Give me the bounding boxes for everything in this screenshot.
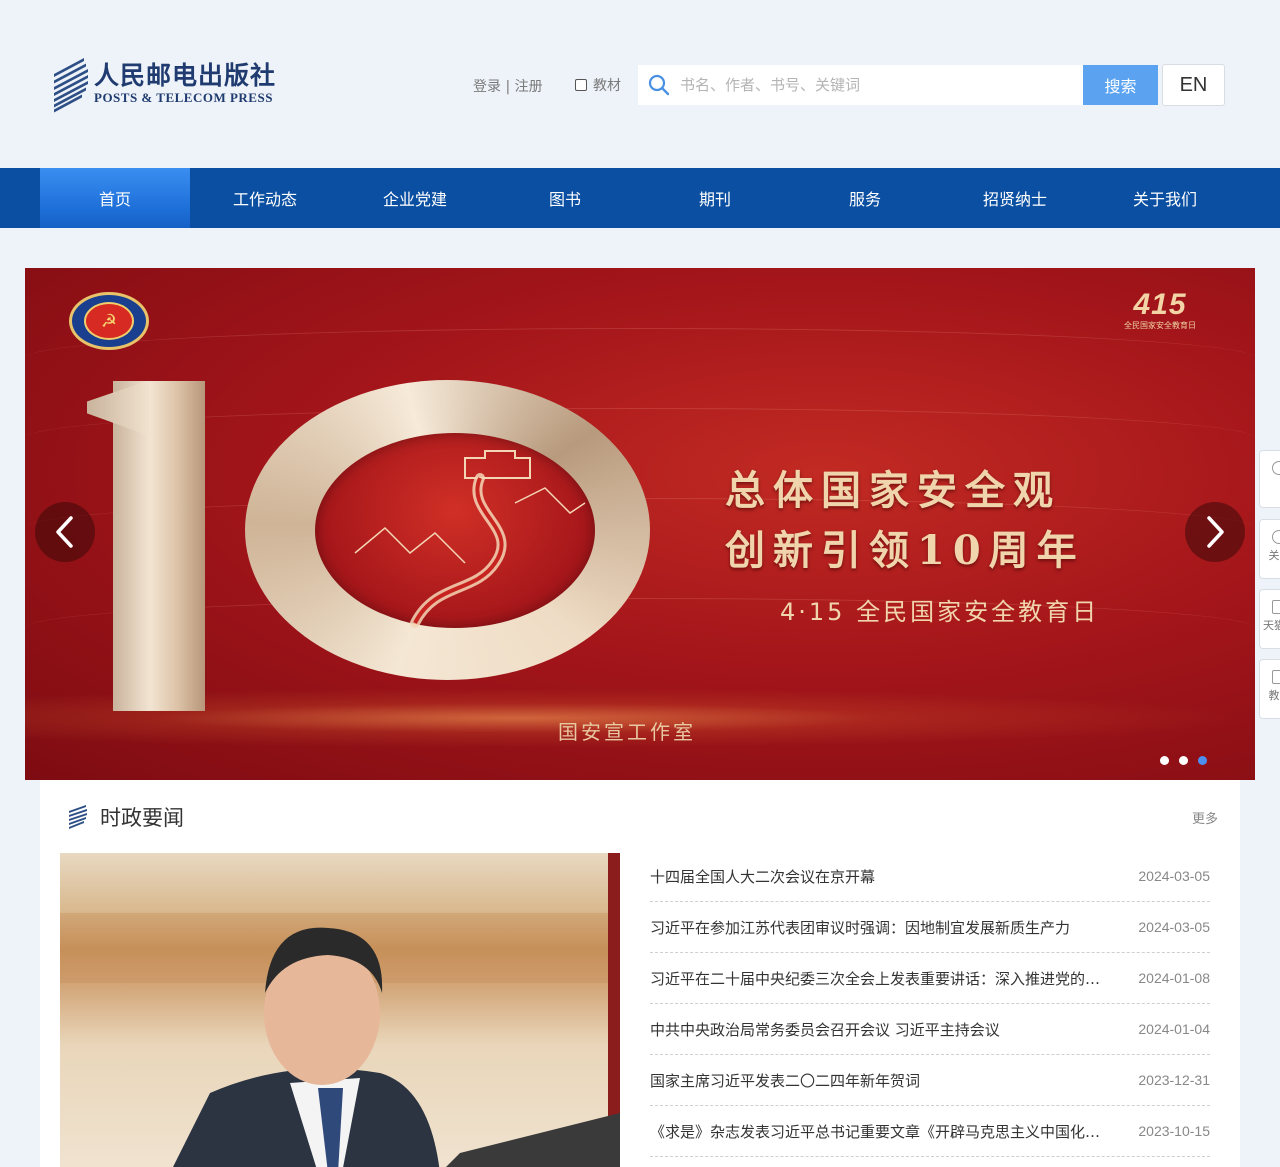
carousel-dot-2[interactable] (1179, 756, 1188, 765)
more-link[interactable]: 更多 (1192, 808, 1218, 827)
nav-item-services[interactable]: 服务 (790, 168, 940, 228)
nav-item-home[interactable]: 首页 (40, 168, 190, 228)
carousel-dots (1160, 756, 1217, 765)
nav-item-party-building[interactable]: 企业党建 (340, 168, 490, 228)
featured-news-photo[interactable] (60, 853, 620, 1167)
textbook-label: 教材 (593, 78, 621, 94)
section-title: 时政要闻 (100, 806, 184, 830)
nav-item-journals[interactable]: 期刊 (640, 168, 790, 228)
carousel-prev-button[interactable] (35, 502, 95, 562)
side-tool-textbook-label: 教 (1268, 689, 1280, 702)
main-nav: 首页 工作动态 企业党建 图书 期刊 服务 招贤纳士 关于我们 (0, 168, 1280, 228)
carousel-dot-3[interactable] (1198, 756, 1207, 765)
news-item-title: 国家主席习近平发表二〇二四年新年贺词 (650, 1071, 921, 1090)
nav-item-books[interactable]: 图书 (490, 168, 640, 228)
news-photo-illustration (60, 853, 620, 1167)
english-language-button[interactable]: EN (1162, 64, 1225, 106)
news-item-date: 2024-01-04 (1138, 1021, 1210, 1037)
news-item-date: 2024-01-08 (1138, 970, 1210, 986)
news-item-title: 中共中央政治局常务委员会召开会议 习近平主持会议 (650, 1020, 1000, 1039)
textbook-checkbox[interactable] (575, 79, 587, 91)
side-tool-follow[interactable]: 关 (1259, 519, 1280, 579)
nav-item-careers[interactable]: 招贤纳士 (940, 168, 1090, 228)
textbook-filter[interactable]: 教材 (575, 75, 621, 95)
book-icon (1272, 670, 1280, 684)
book-stack-icon (54, 58, 90, 113)
site-logo[interactable]: 人民邮电出版社 POSTS & TELECOM PRESS (54, 58, 277, 113)
news-item[interactable]: 习近平在参加江苏代表团审议时强调：因地制宜发展新质生产力 2024-03-05 (650, 902, 1210, 953)
great-wall-illustration (354, 450, 586, 628)
side-tool-tmall-label: 天猫 (1263, 619, 1280, 632)
news-item-title: 习近平在二十届中央纪委三次全会上发表重要讲话：深入推进党的自我革命 (650, 969, 1105, 988)
news-item[interactable]: 国家主席习近平发表二〇二四年新年贺词 2023-12-31 (650, 1055, 1210, 1106)
news-item[interactable]: 中共中央政治局常务委员会召开会议 习近平主持会议 2024-01-04 (650, 1004, 1210, 1055)
login-link[interactable]: 登录 (473, 79, 501, 95)
search-input[interactable] (680, 65, 1083, 105)
hero-carousel[interactable]: ☭ 415 全民国家安全教育日 总体国家安全观 创新引领10周年 4·15 全民… (25, 268, 1255, 780)
news-item[interactable]: 十四届全国人大二次会议在京开幕 2024-03-05 (650, 851, 1210, 902)
side-tool-textbook[interactable]: 教 (1259, 659, 1280, 719)
news-item-title: 十四届全国人大二次会议在京开幕 (650, 867, 876, 886)
chevron-right-icon (1207, 516, 1224, 548)
chat-icon (1272, 461, 1280, 475)
site-header: 人民邮电出版社 POSTS & TELECOM PRESS 登录 | 注册 教材… (0, 0, 1280, 168)
nav-item-about-us[interactable]: 关于我们 (1090, 168, 1240, 228)
politics-news-section: 时政要闻 更多 十四届全国人大二次会议在京开幕 2024-03-05 习近平在参… (40, 780, 1240, 1167)
news-item-date: 2024-03-05 (1138, 919, 1210, 935)
banner-title-line1: 总体国家安全观 (725, 467, 1061, 514)
register-link[interactable]: 注册 (515, 79, 543, 95)
banner-digit-one (113, 381, 205, 711)
banner-title-line2: 创新引领10周年 (725, 527, 1085, 574)
comment-icon (1272, 530, 1280, 544)
search-icon (638, 65, 680, 105)
side-tool-1[interactable] (1259, 450, 1280, 508)
banner-credit: 国安宣工作室 (558, 720, 696, 744)
nav-item-work-news[interactable]: 工作动态 (190, 168, 340, 228)
banner-subtitle: 4·15 全民国家安全教育日 (780, 598, 1100, 626)
book-stack-icon (69, 805, 87, 829)
news-item-date: 2023-10-15 (1138, 1123, 1210, 1139)
logo-chinese-name: 人民邮电出版社 (94, 61, 277, 90)
side-tool-follow-label: 关 (1268, 549, 1280, 562)
search-bar: 搜索 (638, 65, 1158, 105)
news-list: 十四届全国人大二次会议在京开幕 2024-03-05 习近平在参加江苏代表团审议… (650, 851, 1210, 1157)
carousel-dot-1[interactable] (1160, 756, 1169, 765)
auth-separator: | (505, 79, 511, 95)
chevron-left-icon (56, 516, 73, 548)
badge-415-number: 415 (1133, 288, 1187, 321)
carousel-next-button[interactable] (1185, 502, 1245, 562)
news-item-title: 《求是》杂志发表习近平总书记重要文章《开辟马克思主义中国化时代化新境界》 (650, 1122, 1105, 1141)
news-item-title: 习近平在参加江苏代表团审议时强调：因地制宜发展新质生产力 (650, 918, 1071, 937)
news-item[interactable]: 《求是》杂志发表习近平总书记重要文章《开辟马克思主义中国化时代化新境界》 202… (650, 1106, 1210, 1157)
news-item[interactable]: 习近平在二十届中央纪委三次全会上发表重要讲话：深入推进党的自我革命 2024-0… (650, 953, 1210, 1004)
logo-english-name: POSTS & TELECOM PRESS (94, 90, 273, 105)
news-item-date: 2023-12-31 (1138, 1072, 1210, 1088)
search-button[interactable]: 搜索 (1083, 65, 1158, 105)
store-icon (1272, 600, 1280, 614)
auth-links: 登录 | 注册 (473, 76, 543, 96)
badge-415: 415 全民国家安全教育日 (1115, 290, 1205, 331)
news-item-date: 2024-03-05 (1138, 868, 1210, 884)
national-security-emblem-icon: ☭ (69, 292, 149, 350)
badge-415-subtitle: 全民国家安全教育日 (1124, 321, 1196, 330)
side-tool-tmall[interactable]: 天猫 (1259, 589, 1280, 649)
